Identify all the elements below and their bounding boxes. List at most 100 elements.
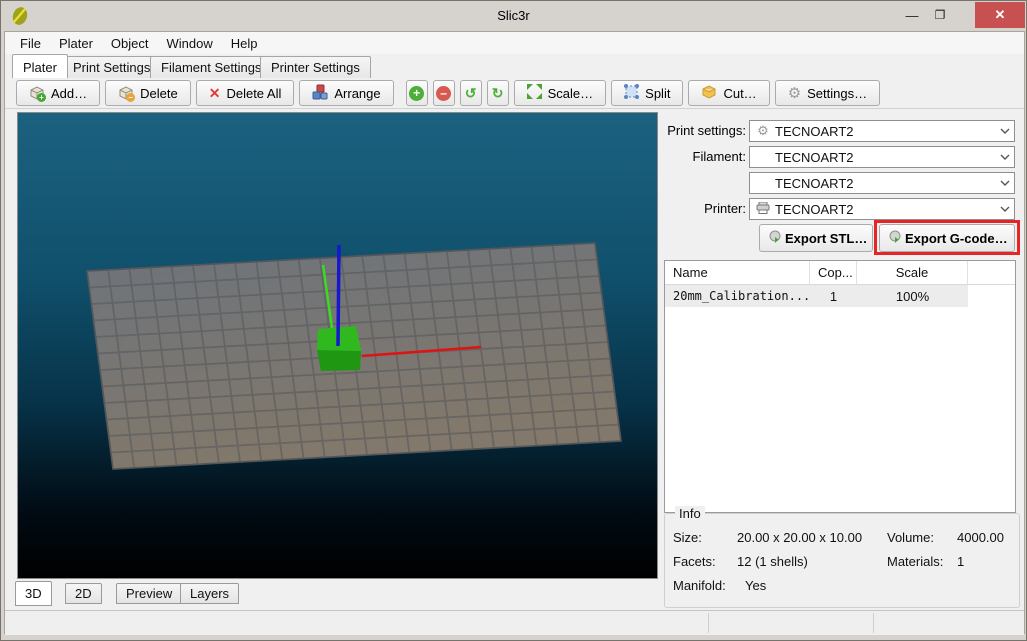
increase-copies-button[interactable]: + <box>405 80 428 106</box>
size-value: 20.00 x 20.00 x 10.00 <box>737 530 863 545</box>
package-add-icon: + <box>29 85 46 102</box>
plus-circle-icon: + <box>409 85 425 101</box>
object-list-table: Name Cop... Scale 20mm_Calibration... 1 … <box>664 260 1016 513</box>
arrange-cubes-icon <box>312 84 328 103</box>
export-stl-button[interactable]: Export STL… <box>759 224 873 252</box>
materials-value: 1 <box>957 554 965 569</box>
cut-button[interactable]: Cut… <box>688 80 770 106</box>
tab-printer-settings[interactable]: Printer Settings <box>260 56 371 78</box>
filament-select-1[interactable]: TECNOART2 <box>749 146 1015 168</box>
export-icon <box>768 230 783 247</box>
add-button[interactable]: + Add… <box>16 80 101 106</box>
manifold-value: Yes <box>745 578 767 593</box>
menu-object[interactable]: Object <box>102 34 158 53</box>
printer-icon <box>754 201 772 217</box>
minus-circle-icon: – <box>436 85 452 101</box>
volume-value: 4000.00 <box>957 530 1004 545</box>
maximize-button[interactable]: ❐ <box>926 2 954 28</box>
tab-filament-settings[interactable]: Filament Settings <box>150 56 273 78</box>
view-tab-layers[interactable]: Layers <box>180 583 240 604</box>
facets-value: 12 (1 shells) <box>737 554 808 569</box>
client-area: File Plater Object Window Help Plater Pr… <box>4 31 1025 635</box>
export-gcode-label: Export G-code… <box>905 230 1008 246</box>
cut-box-icon <box>701 84 717 103</box>
slic3r-window: Slic3r — ❐ ✕ File Plater Object Window H… <box>0 0 1027 641</box>
gear-icon: ⚙ <box>757 123 769 138</box>
print-settings-select[interactable]: ⚙ TECNOART2 <box>749 120 1015 142</box>
plater-3d-viewport[interactable] <box>17 112 658 579</box>
view-tab-2d[interactable]: 2D <box>65 583 102 604</box>
scale-arrows-icon <box>526 84 542 102</box>
column-header-scale[interactable]: Scale <box>857 261 968 284</box>
scale-button-label: Scale… <box>547 85 594 101</box>
delete-all-button-label: Delete All <box>226 85 282 101</box>
settings-button[interactable]: ⚙ Settings… <box>774 80 881 106</box>
close-button[interactable]: ✕ <box>975 2 1025 28</box>
statusbar-divider <box>708 613 709 633</box>
printer-value: TECNOART2 <box>775 201 854 217</box>
settings-button-label: Settings… <box>807 85 868 101</box>
materials-label: Materials: <box>887 554 944 569</box>
delete-all-button[interactable]: ✕ Delete All <box>195 80 295 106</box>
status-bar <box>5 610 1024 635</box>
chevron-down-icon <box>1000 128 1010 134</box>
object-copies: 1 <box>810 285 857 307</box>
export-icon <box>888 230 903 247</box>
rotate-cw-icon: ↻ <box>491 85 504 101</box>
menu-window[interactable]: Window <box>158 34 222 53</box>
info-panel: Info Size: 20.00 x 20.00 x 10.00 Volume:… <box>664 506 1020 608</box>
object-name: 20mm_Calibration... <box>665 285 810 307</box>
minimize-button[interactable]: — <box>898 2 926 28</box>
tab-plater[interactable]: Plater <box>12 54 68 78</box>
arrange-button[interactable]: Arrange <box>299 80 394 106</box>
menu-plater[interactable]: Plater <box>50 34 102 53</box>
manifold-label: Manifold: <box>673 578 726 593</box>
size-label: Size: <box>673 530 702 545</box>
menu-help[interactable]: Help <box>222 34 267 53</box>
export-stl-label: Export STL… <box>785 230 868 246</box>
split-button[interactable]: Split <box>611 80 684 106</box>
view-tab-3d[interactable]: 3D <box>15 581 52 606</box>
volume-label: Volume: <box>887 530 934 545</box>
column-header-name[interactable]: Name <box>665 261 810 284</box>
column-header-copies[interactable]: Cop... <box>810 261 857 284</box>
object-scale: 100% <box>857 285 968 307</box>
filament-value-2: TECNOART2 <box>775 175 854 191</box>
add-button-label: Add… <box>51 85 88 101</box>
scale-button[interactable]: Scale… <box>513 80 607 106</box>
chevron-down-icon <box>1000 206 1010 212</box>
delete-button[interactable]: – Delete <box>105 80 191 106</box>
printer-select[interactable]: TECNOART2 <box>749 198 1015 220</box>
printer-label: Printer: <box>704 201 746 216</box>
decrease-copies-button[interactable]: – <box>432 80 455 106</box>
info-legend: Info <box>675 506 705 521</box>
chevron-down-icon <box>1000 180 1010 186</box>
cut-button-label: Cut… <box>723 85 757 101</box>
chevron-down-icon <box>1000 154 1010 160</box>
rotate-ccw-icon: ↺ <box>464 85 477 101</box>
title-bar[interactable]: Slic3r — ❐ ✕ <box>1 1 1026 31</box>
window-title: Slic3r <box>497 8 530 23</box>
split-button-label: Split <box>645 85 671 101</box>
export-gcode-button[interactable]: Export G-code… <box>879 224 1015 252</box>
filament-value-1: TECNOART2 <box>775 149 854 165</box>
filament-select-2[interactable]: TECNOART2 <box>749 172 1015 194</box>
print-settings-value: TECNOART2 <box>775 123 854 139</box>
main-tab-bar: Plater Print Settings Filament Settings … <box>5 54 1024 78</box>
table-row[interactable]: 20mm_Calibration... 1 100% <box>665 285 1015 307</box>
menu-bar: File Plater Object Window Help <box>5 32 1024 54</box>
split-icon <box>624 84 640 102</box>
red-x-icon: ✕ <box>208 85 221 101</box>
gear-icon: ⚙ <box>787 84 802 102</box>
filament-label: Filament: <box>692 149 746 164</box>
menu-file[interactable]: File <box>11 34 50 53</box>
print-settings-label: Print settings: <box>667 123 746 138</box>
tab-print-settings[interactable]: Print Settings <box>62 56 162 78</box>
rotate-ccw-button[interactable]: ↺ <box>459 80 482 106</box>
facets-label: Facets: <box>673 554 716 569</box>
view-tab-preview[interactable]: Preview <box>116 583 183 604</box>
package-remove-icon: – <box>118 85 136 102</box>
toolbar: + Add… – Delete ✕ Delete All Arrange + –… <box>5 78 1024 109</box>
axis-z <box>336 244 341 347</box>
rotate-cw-button[interactable]: ↻ <box>486 80 509 106</box>
